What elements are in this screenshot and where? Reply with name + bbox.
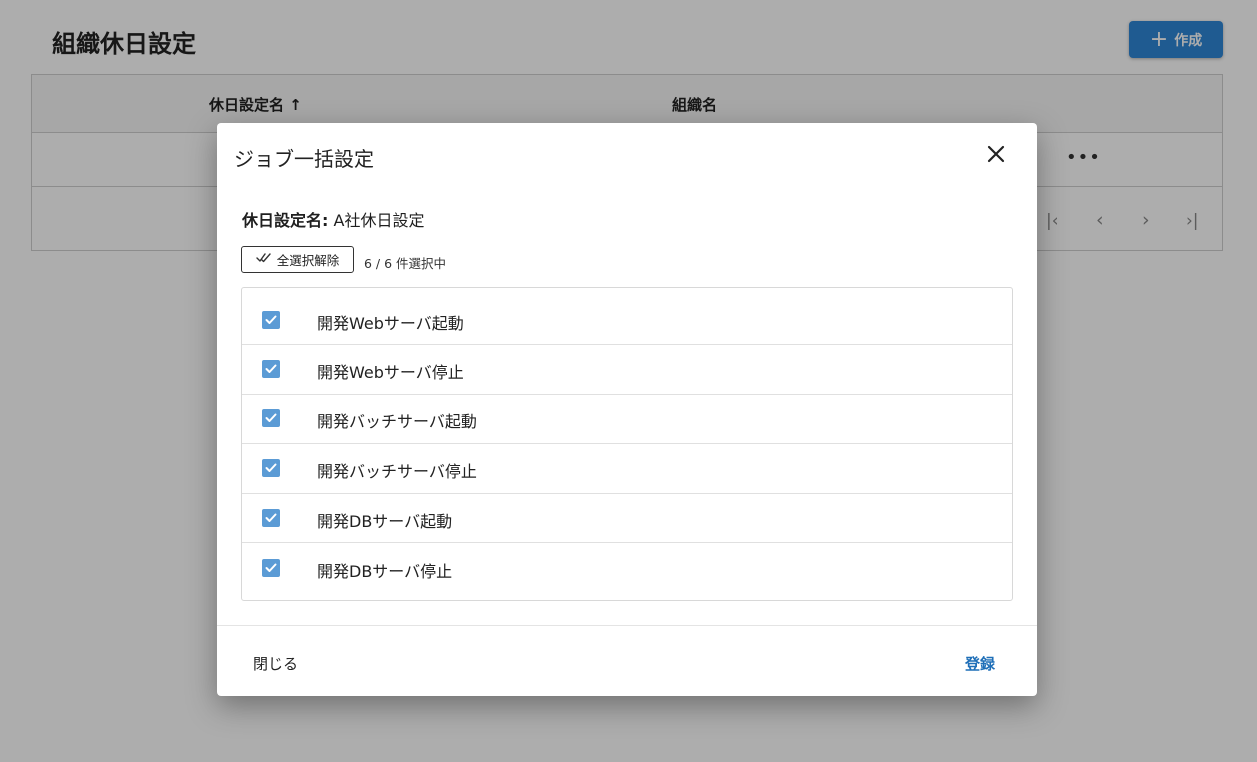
holiday-setting-label: 休日設定名: [242,211,329,230]
list-item[interactable]: 開発バッチサーバ起動 [242,395,1012,444]
checkbox-checked-icon[interactable] [262,559,280,577]
deselect-all-label: 全選択解除 [276,253,340,268]
job-name: 開発Webサーバ起動 [317,314,464,333]
list-item[interactable]: 開発DBサーバ停止 [242,543,1012,601]
double-check-icon [256,252,272,267]
register-button[interactable]: 登録 [965,653,995,674]
checkbox-checked-icon[interactable] [262,509,280,527]
dialog-title: ジョブ一括設定 [234,147,374,171]
job-name: 開発バッチサーバ起動 [317,412,477,431]
checkbox-checked-icon[interactable] [262,409,280,427]
job-bulk-settings-dialog: ジョブ一括設定 休日設定名: A社休日設定 全選択解除 6 / 6 件選択中 開… [217,123,1037,696]
job-name: 開発バッチサーバ停止 [317,462,477,481]
checkbox-checked-icon[interactable] [262,360,280,378]
job-name: 開発Webサーバ停止 [317,363,464,382]
job-name: 開発DBサーバ停止 [317,562,453,581]
selection-count: 6 / 6 件選択中 [364,256,447,271]
deselect-all-button[interactable]: 全選択解除 [241,246,354,273]
holiday-setting-info: 休日設定名: A社休日設定 [242,207,424,231]
close-button[interactable]: 閉じる [253,653,298,674]
holiday-setting-value: A社休日設定 [333,211,425,230]
checkbox-checked-icon[interactable] [262,311,280,329]
job-name: 開発DBサーバ起動 [317,512,453,531]
job-list: 開発Webサーバ起動 開発Webサーバ停止 開発バッチサーバ起動 開発バッチサー… [241,287,1013,601]
list-item[interactable]: 開発Webサーバ停止 [242,345,1012,395]
checkbox-checked-icon[interactable] [262,459,280,477]
dialog-footer-divider [217,625,1037,626]
list-item[interactable]: 開発DBサーバ起動 [242,494,1012,543]
list-item[interactable]: 開発バッチサーバ停止 [242,444,1012,494]
close-icon[interactable] [983,141,1009,167]
list-item[interactable]: 開発Webサーバ起動 [242,288,1012,345]
